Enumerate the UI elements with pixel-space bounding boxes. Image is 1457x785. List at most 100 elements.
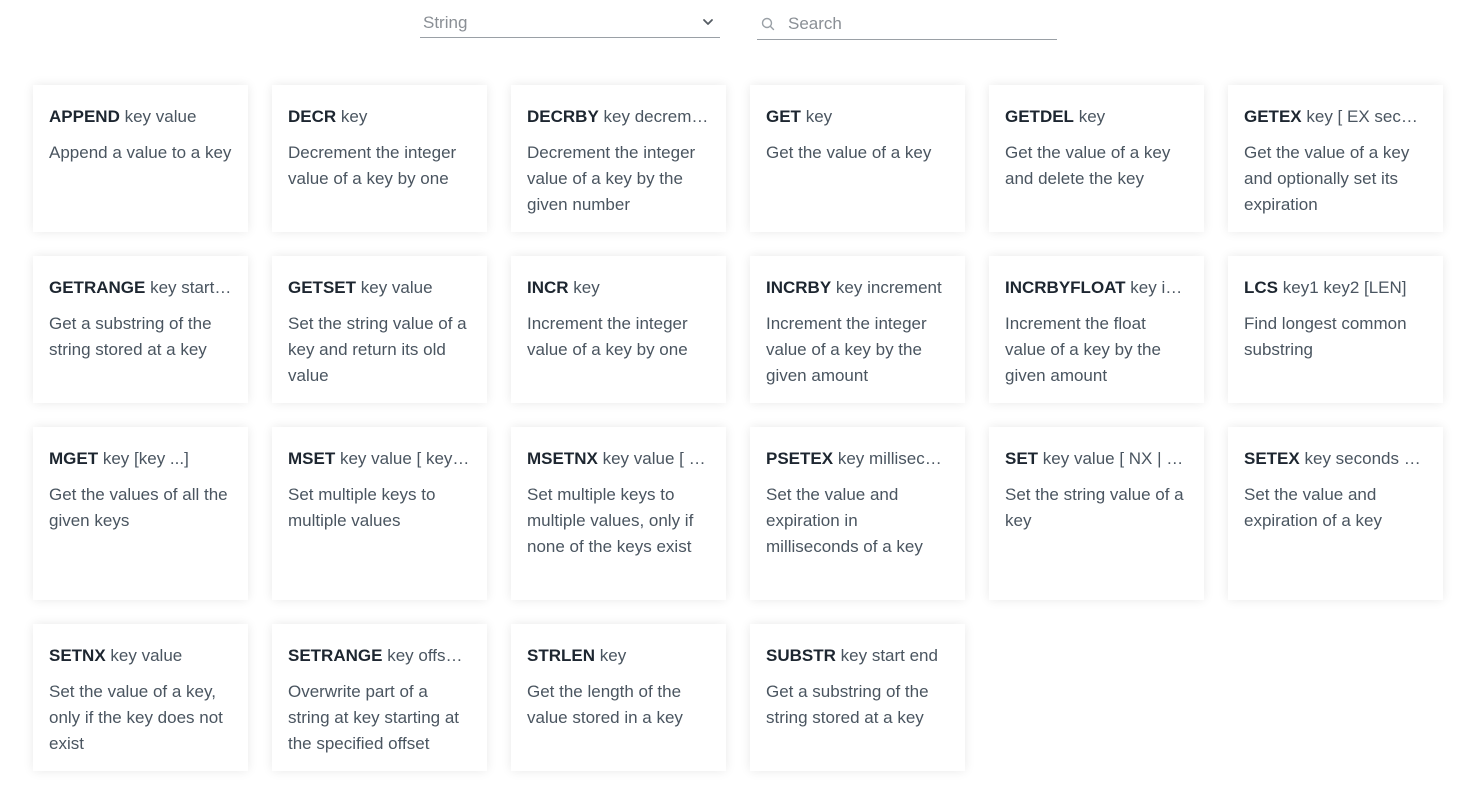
command-args: key increment [835, 278, 942, 297]
command-name: SETRANGE [288, 646, 383, 665]
chevron-down-icon [703, 19, 713, 25]
command-signature: INCRBYFLOAT key increment [1005, 277, 1188, 299]
command-args: key [599, 646, 627, 665]
command-card[interactable]: LCS key1 key2 [LEN] Find longest common s… [1228, 256, 1443, 403]
command-card[interactable]: DECR key Decrement the integer value of a… [272, 85, 487, 232]
command-summary: Decrement the integer value of a key by … [288, 143, 457, 188]
command-card[interactable]: DECRBY key decrement Decrement the intege… [511, 85, 726, 232]
command-signature: SETNX key value [49, 645, 232, 667]
command-card[interactable]: SETRANGE key offset value Overwrite part … [272, 624, 487, 771]
command-card[interactable]: GETEX key [ EX seconds ] Get the value of… [1228, 85, 1443, 232]
command-args: key increment [1130, 278, 1188, 297]
command-signature: MSET key value [ key value ...] [288, 448, 471, 470]
command-name: INCRBY [766, 278, 832, 297]
command-signature: GET key [766, 106, 949, 128]
command-card[interactable]: SUBSTR key start end Get a substring of t… [750, 624, 965, 771]
search-input[interactable] [788, 11, 1048, 37]
command-card[interactable]: GETSET key value Set the string value of … [272, 256, 487, 403]
command-args: key [805, 107, 833, 126]
command-summary: Get the value of a key and delete the ke… [1005, 143, 1171, 188]
command-name: PSETEX [766, 449, 834, 468]
command-args: key [ EX seconds ] [1306, 107, 1427, 126]
command-signature: INCR key [527, 277, 710, 299]
command-summary: Get the length of the value stored in a … [527, 682, 683, 727]
command-signature: STRLEN key [527, 645, 710, 667]
command-args: key value [ NX | XX ] [1042, 449, 1188, 468]
command-summary: Set the value of a key, only if the key … [49, 682, 223, 753]
command-args: key offset value [387, 646, 471, 665]
command-summary: Increment the float value of a key by th… [1005, 314, 1161, 385]
command-card[interactable]: GETDEL key Get the value of a key and del… [989, 85, 1204, 232]
command-card[interactable]: GETRANGE key start end Get a substring of… [33, 256, 248, 403]
command-name: SETNX [49, 646, 106, 665]
command-signature: GETEX key [ EX seconds ] [1244, 106, 1427, 128]
command-summary: Decrement the integer value of a key by … [527, 143, 696, 214]
command-summary: Get a substring of the string stored at … [766, 682, 929, 727]
command-summary: Get a substring of the string stored at … [49, 314, 212, 359]
command-name: INCRBYFLOAT [1005, 278, 1126, 297]
command-name: MGET [49, 449, 99, 468]
command-args: key start end [150, 278, 232, 297]
command-signature: SETEX key seconds value [1244, 448, 1427, 470]
command-args: key decrement [603, 107, 710, 126]
command-summary: Overwrite part of a string at key starti… [288, 682, 460, 753]
command-summary: Set the value and expiration in millisec… [766, 485, 923, 556]
command-args: key value [124, 107, 197, 126]
command-group-select[interactable]: String [420, 8, 720, 38]
command-card[interactable]: GET key Get the value of a key [750, 85, 965, 232]
command-name: MSET [288, 449, 336, 468]
command-name: DECR [288, 107, 337, 126]
command-summary: Get the values of all the given keys [49, 485, 228, 530]
command-card[interactable]: STRLEN key Get the length of the value st… [511, 624, 726, 771]
command-card[interactable]: INCRBYFLOAT key increment Increment the f… [989, 256, 1204, 403]
command-summary: Get the value of a key and optionally se… [1244, 143, 1410, 214]
command-name: GETSET [288, 278, 357, 297]
command-card[interactable]: SETNX key value Set the value of a key, o… [33, 624, 248, 771]
command-name: DECRBY [527, 107, 599, 126]
command-name: STRLEN [527, 646, 595, 665]
command-signature: DECRBY key decrement [527, 106, 710, 128]
command-card[interactable]: INCRBY key increment Increment the intege… [750, 256, 965, 403]
command-args: key [573, 278, 600, 297]
command-card[interactable]: APPEND key value Append a value to a key [33, 85, 248, 232]
command-args: key value [ key value ...] [602, 449, 710, 468]
command-signature: PSETEX key milliseconds value [766, 448, 949, 470]
command-summary: Set the string value of a key [1005, 485, 1184, 530]
command-signature: SUBSTR key start end [766, 645, 949, 667]
command-card[interactable]: PSETEX key milliseconds value Set the val… [750, 427, 965, 600]
command-signature: SET key value [ NX | XX ] [1005, 448, 1188, 470]
command-name: GET [766, 107, 801, 126]
command-signature: MGET key [key ...] [49, 448, 232, 470]
command-name: INCR [527, 278, 569, 297]
command-summary: Set the string value of a key and return… [288, 314, 467, 385]
command-name: LCS [1244, 278, 1278, 297]
command-card[interactable]: INCR key Increment the integer value of a… [511, 256, 726, 403]
command-signature: GETRANGE key start end [49, 277, 232, 299]
command-args: key [key ...] [102, 449, 189, 468]
command-name: GETEX [1244, 107, 1302, 126]
command-name: GETDEL [1005, 107, 1074, 126]
command-group-select-value: String [423, 13, 468, 32]
command-summary: Set the value and expiration of a key [1244, 485, 1382, 530]
command-args: key [340, 107, 368, 126]
command-card[interactable]: MGET key [key ...] Get the values of all … [33, 427, 248, 600]
command-args: key value [ key value ...] [339, 449, 471, 468]
command-signature: APPEND key value [49, 106, 232, 128]
command-args: key value [110, 646, 183, 665]
command-card[interactable]: MSETNX key value [ key value ...] Set mul… [511, 427, 726, 600]
command-signature: GETDEL key [1005, 106, 1188, 128]
command-name: SET [1005, 449, 1039, 468]
command-summary: Increment the integer value of a key by … [766, 314, 927, 385]
command-signature: INCRBY key increment [766, 277, 949, 299]
search-field [757, 8, 1057, 40]
search-icon [761, 17, 775, 31]
command-card[interactable]: SETEX key seconds value Set the value and… [1228, 427, 1443, 600]
command-signature: GETSET key value [288, 277, 471, 299]
command-card[interactable]: SET key value [ NX | XX ] Set the string … [989, 427, 1204, 600]
command-signature: DECR key [288, 106, 471, 128]
command-summary: Get the value of a key [766, 143, 932, 162]
command-summary: Append a value to a key [49, 143, 232, 162]
command-name: APPEND [49, 107, 120, 126]
command-card[interactable]: MSET key value [ key value ...] Set multi… [272, 427, 487, 600]
command-args: key seconds value [1304, 449, 1427, 468]
